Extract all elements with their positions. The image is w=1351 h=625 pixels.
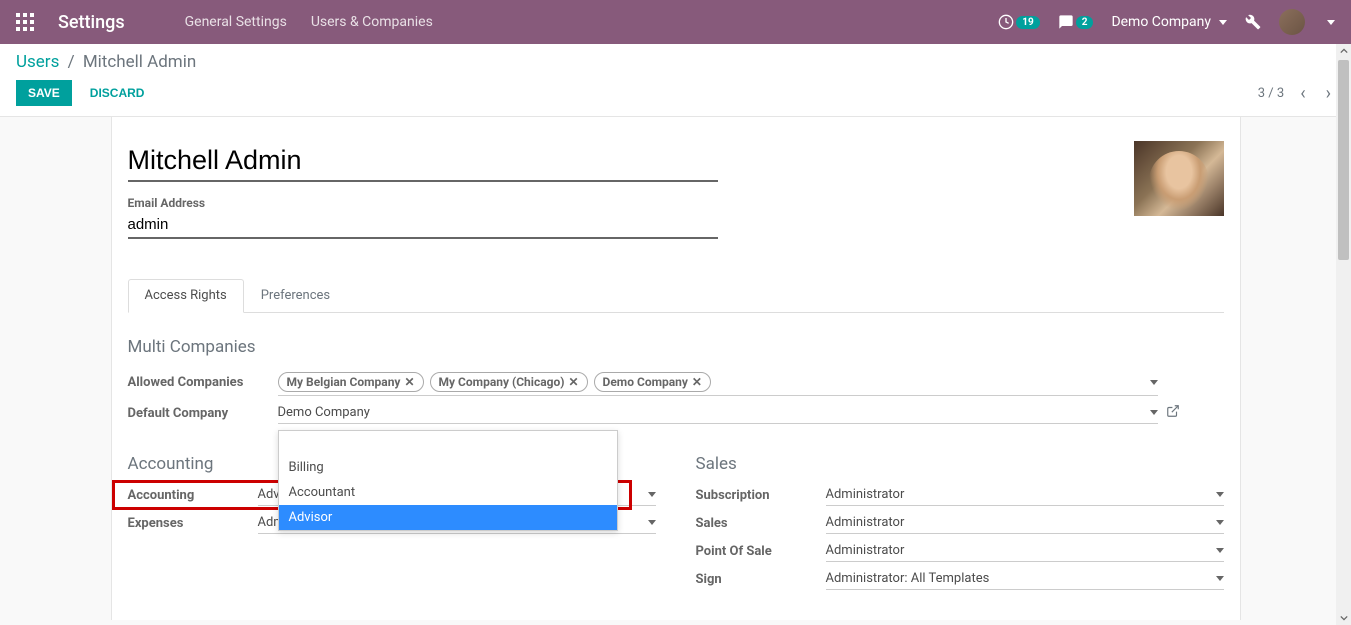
email-label: Email Address bbox=[128, 196, 718, 210]
scrollbar-thumb[interactable] bbox=[1338, 60, 1349, 260]
remove-tag-icon[interactable]: ✕ bbox=[404, 375, 414, 389]
allowed-companies-field[interactable]: My Belgian Company✕ My Company (Chicago)… bbox=[278, 369, 1158, 396]
name-input[interactable] bbox=[128, 141, 718, 182]
company-switcher[interactable]: Demo Company bbox=[1111, 14, 1227, 30]
dropdown-caret-icon[interactable] bbox=[648, 520, 656, 525]
allowed-companies-label: Allowed Companies bbox=[128, 375, 278, 390]
dropdown-option[interactable]: Advisor bbox=[279, 505, 617, 530]
chat-icon[interactable]: 2 bbox=[1058, 14, 1094, 30]
accounting-label: Accounting bbox=[128, 488, 258, 503]
breadcrumb-current: Mitchell Admin bbox=[83, 52, 196, 72]
scroll-up-icon[interactable] bbox=[1338, 44, 1349, 58]
chat-badge: 2 bbox=[1076, 16, 1094, 29]
dropdown-caret-icon[interactable] bbox=[1216, 576, 1224, 581]
menu-general-settings[interactable]: General Settings bbox=[185, 14, 287, 30]
pager-text: 3 / 3 bbox=[1258, 86, 1284, 101]
external-link-icon[interactable] bbox=[1166, 404, 1180, 422]
control-panel: Users / Mitchell Admin SAVE DISCARD 3 / … bbox=[0, 44, 1351, 117]
sales-label: Sales bbox=[696, 516, 826, 531]
user-avatar[interactable] bbox=[1279, 9, 1305, 35]
activity-icon[interactable]: 19 bbox=[998, 14, 1039, 30]
default-company-label: Default Company bbox=[128, 406, 278, 421]
email-input[interactable] bbox=[128, 212, 718, 239]
subscription-label: Subscription bbox=[696, 488, 826, 503]
dropdown-caret-icon[interactable] bbox=[1216, 520, 1224, 525]
form-sheet: Email Address Access Rights Preferences … bbox=[111, 117, 1241, 620]
save-button[interactable]: SAVE bbox=[16, 80, 72, 106]
sign-label: Sign bbox=[696, 572, 826, 587]
dropdown-option[interactable] bbox=[279, 431, 617, 455]
company-tag: My Company (Chicago)✕ bbox=[430, 372, 588, 392]
dropdown-option[interactable]: Billing bbox=[279, 455, 617, 480]
default-company-field[interactable]: Demo Company bbox=[278, 402, 1158, 424]
multi-companies-title: Multi Companies bbox=[128, 337, 1224, 357]
sales-select[interactable]: Administrator bbox=[826, 512, 1224, 534]
topbar: Settings General Settings Users & Compan… bbox=[0, 0, 1351, 44]
pos-label: Point Of Sale bbox=[696, 544, 826, 559]
dropdown-caret-icon[interactable] bbox=[1216, 548, 1224, 553]
subscription-select[interactable]: Administrator bbox=[826, 484, 1224, 506]
company-tag: My Belgian Company✕ bbox=[278, 372, 424, 392]
tabs: Access Rights Preferences bbox=[128, 279, 1224, 313]
accounting-dropdown: Billing Accountant Advisor bbox=[278, 430, 618, 531]
pager-next[interactable]: › bbox=[1322, 83, 1335, 104]
tab-preferences[interactable]: Preferences bbox=[244, 279, 347, 312]
remove-tag-icon[interactable]: ✕ bbox=[568, 375, 578, 389]
breadcrumb: Users / Mitchell Admin bbox=[16, 52, 1335, 72]
breadcrumb-parent[interactable]: Users bbox=[16, 52, 59, 72]
debug-icon[interactable] bbox=[1245, 14, 1261, 30]
company-tag: Demo Company✕ bbox=[594, 372, 711, 392]
pager-prev[interactable]: ‹ bbox=[1296, 83, 1309, 104]
user-photo[interactable] bbox=[1134, 141, 1224, 216]
apps-icon[interactable] bbox=[16, 13, 34, 31]
dropdown-caret-icon[interactable] bbox=[1150, 380, 1158, 385]
dropdown-caret-icon[interactable] bbox=[648, 492, 656, 497]
expenses-label: Expenses bbox=[128, 516, 258, 531]
sign-select[interactable]: Administrator: All Templates bbox=[826, 568, 1224, 590]
discard-button[interactable]: DISCARD bbox=[78, 80, 157, 106]
dropdown-caret-icon[interactable] bbox=[1216, 492, 1224, 497]
sales-title: Sales bbox=[696, 454, 1224, 474]
dropdown-option[interactable]: Accountant bbox=[279, 480, 617, 505]
remove-tag-icon[interactable]: ✕ bbox=[692, 375, 702, 389]
dropdown-caret-icon[interactable] bbox=[1150, 410, 1158, 415]
tab-access-rights[interactable]: Access Rights bbox=[128, 279, 244, 313]
pager: 3 / 3 ‹ › bbox=[1258, 83, 1335, 104]
activity-badge: 19 bbox=[1016, 16, 1039, 29]
topbar-menu: General Settings Users & Companies bbox=[185, 14, 433, 30]
user-menu-caret[interactable] bbox=[1327, 20, 1335, 25]
scroll-down-icon[interactable] bbox=[1338, 611, 1349, 625]
scrollbar[interactable] bbox=[1336, 44, 1351, 625]
app-title: Settings bbox=[58, 12, 125, 33]
pos-select[interactable]: Administrator bbox=[826, 540, 1224, 562]
menu-users-companies[interactable]: Users & Companies bbox=[311, 14, 433, 30]
